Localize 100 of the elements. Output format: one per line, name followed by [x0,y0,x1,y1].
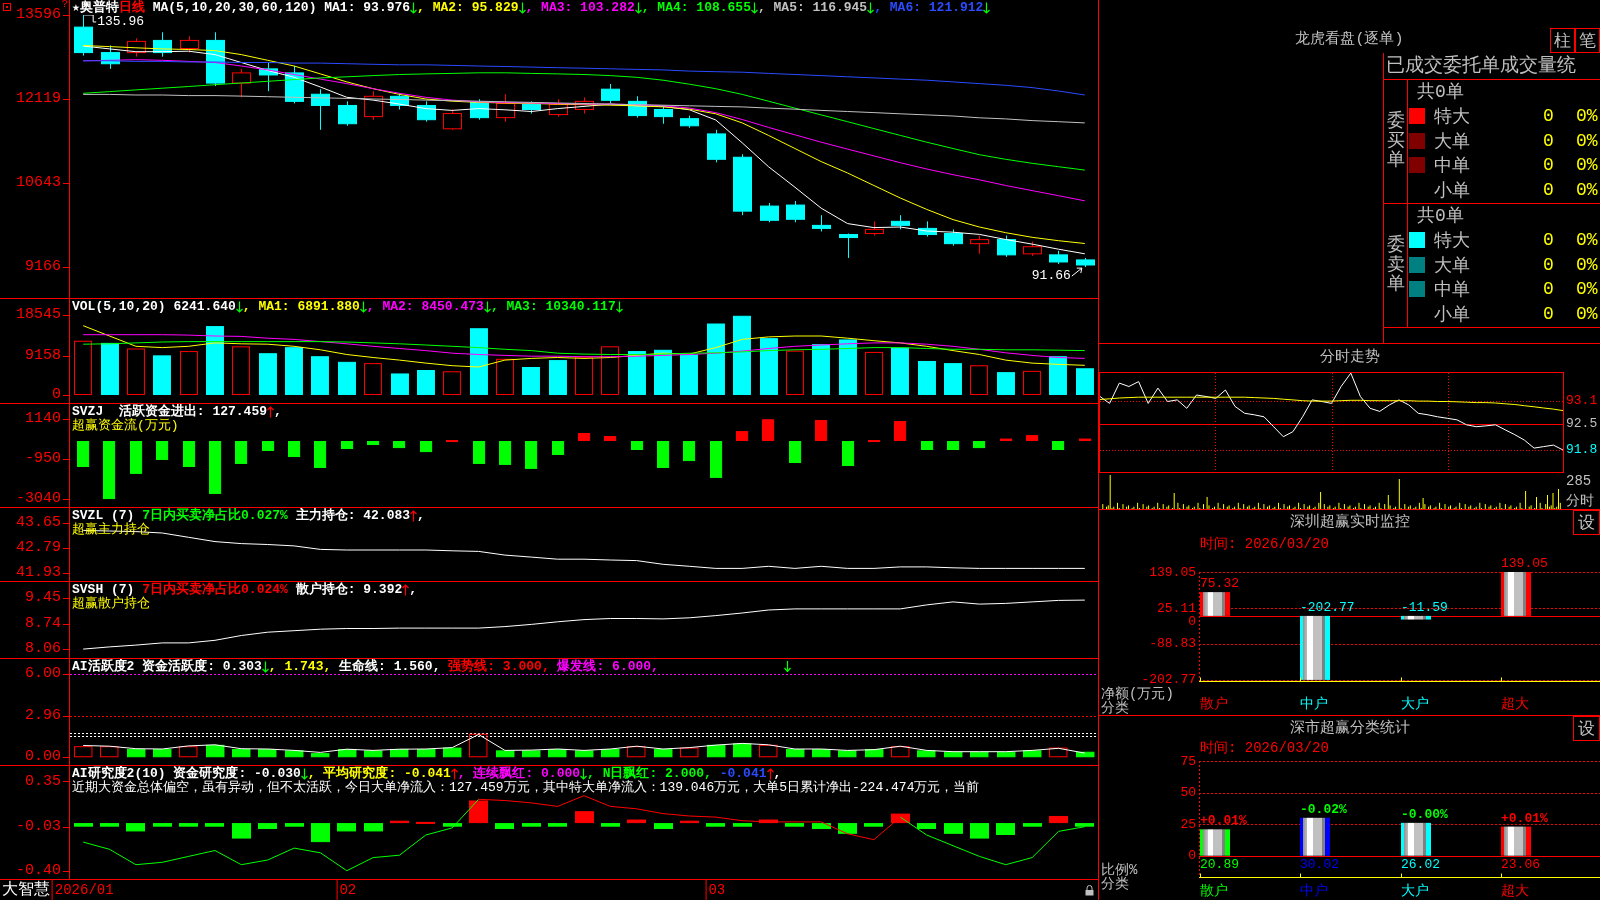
date-label: 02 [336,880,358,900]
bar [153,355,171,395]
bar [842,441,855,467]
low-price-label: 91.66 [1031,269,1071,284]
bar [206,326,224,395]
order-size-label: 大单 [1434,130,1470,153]
legend-text: , MA4: 108.655 [641,1,751,15]
bar [103,441,116,500]
order-count: 0 [1542,230,1554,251]
legend-text: 散户持仓: 9.392 [294,583,403,597]
bar [628,351,646,395]
legend-text: 生命线: 1.560, [338,660,441,674]
order-count: 0 [1542,179,1554,200]
bar [495,823,514,830]
bar [130,441,143,474]
bar [997,751,1016,758]
axis-label: 0 [1188,849,1196,863]
bar [232,748,251,758]
bar [232,346,250,395]
order-count: 0 [1542,303,1554,324]
bar [1075,823,1094,827]
settings-button[interactable]: 设 [1573,716,1600,741]
bar [736,431,749,442]
order-percent: 0% [1576,279,1598,300]
bar [707,744,726,758]
bar [760,338,778,395]
axis-label: 12119 [16,92,61,106]
legend-text: , MA2: 95.829 [417,1,519,15]
bar [74,746,93,758]
bar [496,750,515,758]
axis-label: 9166 [25,260,61,275]
order-count: 0 [1542,106,1554,127]
order-count: 0 [1542,254,1554,275]
bar [680,747,699,758]
order-percent: 0% [1576,303,1598,324]
bar [153,823,172,827]
view-toggle-button[interactable]: 笔 [1575,28,1600,53]
axis-label: -88.83 [1149,637,1196,651]
bar [469,800,488,824]
bar [575,750,594,758]
axis-label: 0.35 [25,774,61,789]
bar [947,441,960,450]
bar [631,441,644,450]
bar [1401,822,1431,856]
order-percent: 0% [1576,106,1598,127]
square-icon [3,3,11,11]
bar [604,436,617,442]
bar [601,823,620,827]
bar [522,750,541,758]
bar [1052,441,1065,450]
bar [944,751,963,758]
axis-label: -950 [25,452,61,467]
bar [1501,826,1531,856]
order-percent: 0% [1576,130,1598,151]
value-label: -11.59 [1401,600,1448,615]
bar [549,360,567,395]
volume-unit-label: 分时 [1566,493,1594,509]
panel-title: 分时走势 [1319,349,1380,367]
value-label: 30.02 [1300,857,1339,872]
bar [100,823,119,827]
value-label: 20.89 [1200,857,1239,872]
order-count: 0 [1542,155,1554,176]
bar [522,367,540,395]
line-series [82,734,1086,754]
bar [891,813,910,824]
category-label: 中户 [1299,696,1329,714]
axis-label: 25.11 [1157,601,1196,615]
bar [575,356,593,395]
bar [364,823,383,832]
bar [733,823,752,827]
legend-text: SVZL (7) [72,509,135,523]
legend-text: , [409,583,418,597]
legend-text: -0.041 [718,767,767,781]
bar [496,358,514,395]
bar [1049,356,1067,395]
settings-button[interactable]: 设 [1573,510,1600,535]
bar [74,823,93,827]
order-size-label: 特大 [1434,230,1470,253]
legend-text: AI活跃度2 资金活跃度: 0.303 [72,660,262,674]
category-label: 散户 [1199,696,1228,714]
bar [786,748,805,758]
legend-text: 7日内买卖净占比0.024% [142,583,288,597]
price-axis-label: 92.5 [1566,415,1598,432]
axis-title: 分类 [1100,877,1129,891]
legend-text: , MA1: 6891.880 [242,300,360,314]
view-toggle-button[interactable]: 柱 [1550,28,1575,53]
down-arrow-icon [784,661,791,672]
bar [578,433,591,442]
bar [759,744,778,758]
bar [262,441,275,451]
bar [894,420,907,442]
bar [838,750,857,758]
legend-text: 主力持仓: 42.083 [294,509,411,523]
order-count: 0 [1542,130,1554,151]
axis-label: 50 [1180,786,1196,800]
side-label: 委买单 [1386,111,1405,172]
axis-label: 8.06 [25,642,61,657]
order-percent: 0% [1576,254,1598,275]
bar [627,819,646,824]
axis-label: -0.03 [16,819,61,834]
